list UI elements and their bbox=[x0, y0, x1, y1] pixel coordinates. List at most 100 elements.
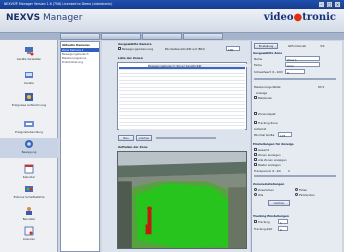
sidebar-item-events[interactable]: Ereignisse Aufzeichnung bbox=[0, 92, 58, 107]
main-tabs bbox=[0, 33, 344, 40]
setting-button[interactable]: Einstellung bbox=[254, 43, 278, 49]
sidebar-item-channels[interactable]: Kanäle bbox=[0, 70, 58, 85]
maximize-icon[interactable]: □ bbox=[326, 1, 333, 8]
display-option-label: Raster anzeigen bbox=[258, 163, 281, 167]
devices-icon bbox=[25, 47, 34, 56]
zone-settings2-title: Zoneneinstellungen bbox=[253, 182, 285, 186]
mask-label: Maskierungs-Weite bbox=[254, 85, 281, 89]
tracking-zone-checkbox[interactable] bbox=[254, 121, 257, 124]
sensitivity-value: 100 bbox=[228, 47, 234, 52]
tab-2[interactable] bbox=[101, 33, 141, 40]
tracking-settings-title: Tracking Einstellungen bbox=[253, 214, 289, 218]
sensitivity-input[interactable]: 100 bbox=[226, 46, 240, 52]
display-option-checkbox[interactable] bbox=[254, 148, 257, 151]
sidebar-item-motion[interactable]: Bewegung bbox=[0, 138, 58, 158]
name-label: Name bbox=[254, 57, 263, 61]
display-option-checkbox[interactable] bbox=[254, 153, 257, 156]
sidebar-item-label: Lizenzen bbox=[22, 237, 36, 241]
tracking-label: Tracking bbox=[258, 220, 270, 224]
close-icon[interactable]: × bbox=[334, 1, 341, 8]
sensitivity-label: Mindestsensitivität auf (Bild) bbox=[165, 47, 206, 51]
display-option-label: Gesamt bbox=[258, 148, 269, 152]
option-label: Zusammen bbox=[258, 188, 274, 192]
tracking-checkbox[interactable] bbox=[254, 220, 257, 223]
selected-camera-label: Ausgewählte Kamera bbox=[118, 42, 152, 46]
sidebar-item-handling[interactable]: Ereignisbehandlung bbox=[0, 119, 58, 134]
duration-value: 0 bbox=[280, 227, 282, 232]
option-label: Einblenden bbox=[299, 193, 315, 197]
zone-slider[interactable] bbox=[156, 137, 216, 139]
tab-4[interactable] bbox=[183, 33, 223, 40]
duration-field[interactable]: 0 bbox=[278, 226, 288, 232]
opacity-slider[interactable] bbox=[254, 175, 336, 177]
sidebar-item-label: Bewegung bbox=[21, 150, 37, 154]
channels-icon bbox=[25, 72, 33, 78]
title-bar: NEXVS® Manager Version 1.6 (708) License… bbox=[0, 0, 344, 9]
zone-view-label: Aufteilen der Zone bbox=[118, 145, 148, 149]
sidebar-item-label: Kanäle bbox=[24, 81, 34, 85]
option-radio[interactable] bbox=[295, 188, 298, 191]
interval-value: 3/2 bbox=[320, 44, 325, 48]
sidebar-item-license[interactable]: Lizenzen bbox=[0, 226, 58, 241]
tracking-field[interactable]: 1 bbox=[278, 219, 288, 225]
delete-button[interactable]: Löschen bbox=[268, 200, 290, 206]
delete-zone-button[interactable]: Löschen bbox=[136, 135, 152, 141]
sidebar-item-label: Ereignisse Aufzeichnung bbox=[11, 103, 47, 107]
option-radio[interactable] bbox=[254, 193, 257, 196]
app-name-suffix: Manager bbox=[40, 13, 83, 23]
sidebar: Geräte Verwalten Kanäle Ereignisse Aufze… bbox=[0, 40, 58, 252]
new-zone-button[interactable]: Neu bbox=[118, 135, 134, 141]
name-field[interactable]: Zone 1 bbox=[285, 56, 320, 62]
sidebar-item-switch[interactable]: Externe Schaltbefehle bbox=[0, 184, 58, 199]
events-icon bbox=[25, 93, 33, 101]
opacity-label: Transparenz (1..10) bbox=[254, 169, 282, 173]
option-radio[interactable] bbox=[254, 188, 257, 191]
option-radio[interactable] bbox=[295, 193, 298, 196]
threshold-value: 0 bbox=[287, 70, 289, 75]
switch-icon bbox=[25, 186, 33, 192]
opacity-value: 2 bbox=[288, 169, 290, 173]
minimize-icon[interactable]: – bbox=[318, 1, 325, 8]
list-item[interactable] bbox=[119, 126, 245, 130]
zone-settings-title: Ausgewählte Zone bbox=[253, 51, 283, 55]
option-label: Wie bbox=[258, 193, 264, 197]
display-option-checkbox[interactable] bbox=[254, 158, 257, 161]
threshold-slider[interactable] bbox=[254, 78, 336, 80]
zone-list-label: Liste der Zonen bbox=[118, 56, 143, 60]
motion-detection-checkbox[interactable] bbox=[118, 47, 121, 50]
tab-3[interactable] bbox=[142, 33, 182, 40]
mask-checkbox[interactable] bbox=[254, 96, 257, 99]
sidebar-item-users[interactable]: Benutzer bbox=[0, 206, 58, 221]
tracking-zone-label: Tracking Zone bbox=[258, 121, 278, 125]
tab-1[interactable] bbox=[60, 33, 100, 40]
display-option-checkbox[interactable] bbox=[254, 163, 257, 166]
threshold-field[interactable]: 0 bbox=[285, 69, 305, 75]
sidebar-item-devices[interactable]: Geräte Verwalten bbox=[0, 46, 58, 61]
zone-list[interactable]: Bewegungsbereich (Zone) Sensitivität bbox=[117, 62, 276, 130]
app-window: NEXVS® Manager Version 1.6 (708) License… bbox=[0, 0, 344, 252]
color-select[interactable]: Grün bbox=[285, 62, 320, 68]
logo-text-2: tronic bbox=[302, 12, 336, 23]
name-value: Zone 1 bbox=[287, 57, 297, 62]
window-title: NEXVS® Manager Version 1.6 (708) License… bbox=[4, 2, 113, 6]
zone-object-checkbox[interactable] bbox=[254, 112, 257, 115]
min-size-field[interactable]: 175 bbox=[278, 132, 292, 138]
sidebar-item-label: Externe Schaltbefehle bbox=[13, 195, 45, 199]
license-icon bbox=[24, 226, 34, 236]
zone-object-label: Zonenobjekt bbox=[258, 112, 276, 116]
color-label: Farbe bbox=[254, 63, 262, 67]
color-value: Grün bbox=[287, 63, 294, 68]
logo-dot: ● bbox=[293, 12, 303, 23]
mask-value: 83,5 bbox=[318, 85, 325, 89]
sidebar-item-calendar[interactable]: Kalender bbox=[0, 164, 58, 179]
interval-label: GPS Intervall bbox=[288, 44, 307, 48]
maskieren-label: Maskieren bbox=[258, 96, 273, 100]
window-controls: – □ × bbox=[318, 1, 341, 8]
display-option-label: Zonen anzeigen bbox=[258, 153, 281, 157]
camera-view[interactable] bbox=[117, 151, 247, 249]
tree-item[interactable]: Protokollierung bbox=[61, 60, 99, 64]
app-name-prefix: NEXVS bbox=[6, 13, 41, 23]
app-header: NEXVS Manager video●tronic bbox=[0, 9, 344, 33]
display-settings-title: Einstellungen für Anzeige bbox=[253, 142, 294, 146]
company-logo: video●tronic bbox=[264, 12, 336, 23]
